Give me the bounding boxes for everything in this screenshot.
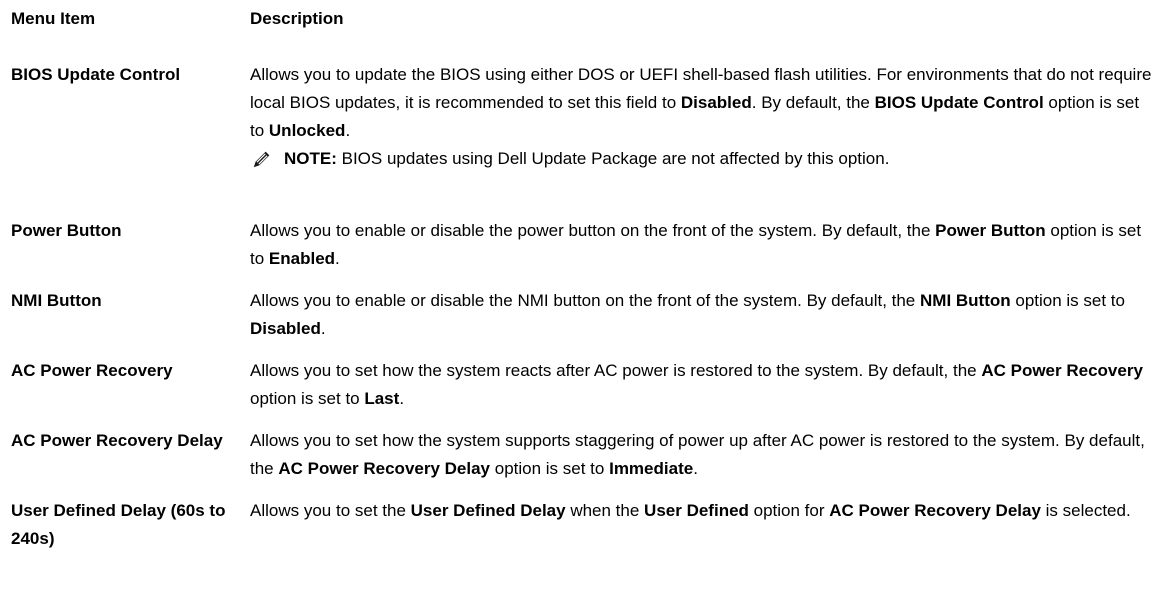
bold-term: AC Power Recovery [981,361,1143,380]
bold-term: Enabled [268,249,336,268]
bold-term: BIOS Update Control [874,93,1044,112]
description-text: . [345,121,351,140]
bold-term: Power Button [935,221,1046,240]
bold-term: Disabled [680,93,752,112]
menu-item-description: Allows you to enable or disable the powe… [250,217,1155,273]
bold-term: Immediate [609,459,694,478]
menu-item-description: Allows you to set the User Defined Delay… [250,497,1155,525]
description-text: option is set to [1010,291,1125,310]
menu-item-label: AC Power Recovery Delay [11,431,223,450]
description-text: . [399,389,405,408]
note-block: NOTE: BIOS updates using Dell Update Pac… [253,145,1144,173]
menu-item-label: BIOS Update Control [11,65,181,84]
bold-term: Last [364,389,400,408]
description-text: . By default, the [751,93,875,112]
description-text: Allows you to set how the system reacts … [250,361,982,380]
bold-term: AC Power Recovery Delay [278,459,491,478]
description-text: option for [748,501,830,520]
menu-item-label: NMI Button [11,291,102,310]
menu-item-label: AC Power Recovery [11,361,173,380]
menu-item-description: Allows you to enable or disable the NMI … [250,287,1155,343]
note-label: NOTE: [284,149,337,168]
menu-item-description: Allows you to set how the system reacts … [250,357,1155,413]
description-text: when the [565,501,645,520]
menu-item-description: Allows you to set how the system support… [250,427,1155,483]
menu-item-label: Power Button [11,221,122,240]
description-text: Allows you to enable or disable the powe… [250,221,936,240]
pencil-icon [253,151,270,168]
bold-term: NMI Button [920,291,1011,310]
table-header: Menu Item Description [11,5,1151,33]
description-text: Allows you to set the [250,501,411,520]
note-text: BIOS updates using Dell Update Package a… [336,149,890,168]
menu-item-label: User Defined Delay (60s to 240s) [11,501,226,548]
bold-term: User Defined Delay [410,501,566,520]
description-text: . [320,319,326,338]
description-text: option is set to [490,459,610,478]
bold-term: AC Power Recovery Delay [829,501,1041,520]
bold-term: User Defined [644,501,749,520]
header-menu-item: Menu Item [11,9,96,28]
menu-item-description: Allows you to update the BIOS using eith… [250,61,1155,145]
header-description: Description [250,9,344,28]
description-text: . [335,249,340,268]
bold-term: Unlocked [268,121,346,140]
description-text: option is set to [250,389,365,408]
bios-settings-table: Menu Item Description BIOS Update Contro… [0,0,1157,615]
description-text: . [693,459,698,478]
description-text: Allows you to enable or disable the NMI … [250,291,920,310]
bold-term: Disabled [250,319,321,338]
description-text: is selected. [1040,501,1131,520]
